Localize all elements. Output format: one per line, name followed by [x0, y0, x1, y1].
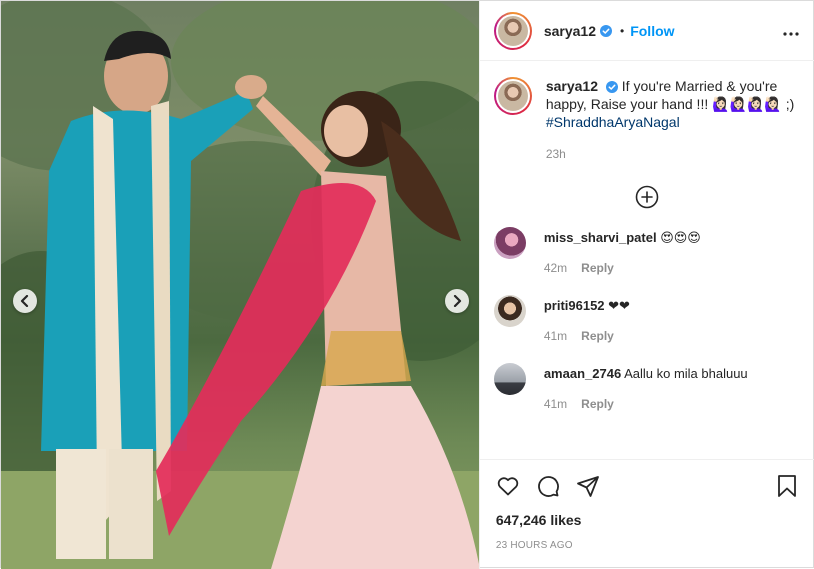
comment-text: Aallu ko mila bhaluuu: [624, 366, 748, 381]
comment-item: amaan_2746 Aallu ko mila bhaluuu 41m Repl…: [493, 363, 801, 411]
post-header: sarya12 • Follow: [479, 1, 814, 61]
bookmark-icon[interactable]: [775, 474, 799, 498]
comments-section[interactable]: sarya12 If you're Married & you're happy…: [480, 61, 814, 459]
comment-item: priti96152 ❤❤ 41m Reply: [493, 295, 801, 343]
comment-time[interactable]: 41m: [544, 329, 567, 343]
caption-username[interactable]: sarya12: [546, 78, 598, 94]
comment-username[interactable]: priti96152: [544, 298, 605, 313]
photo-artwork: [1, 1, 479, 569]
follow-button[interactable]: Follow: [630, 23, 674, 39]
comment-username[interactable]: amaan_2746: [544, 366, 621, 381]
reply-button[interactable]: Reply: [581, 261, 614, 275]
instagram-post: sarya12 • Follow sarya12 If you're Marri…: [0, 0, 814, 569]
comment-time[interactable]: 41m: [544, 397, 567, 411]
comment-icon[interactable]: [536, 474, 560, 498]
caption-hashtag[interactable]: #ShraddhaAryaNagal: [546, 114, 680, 130]
reply-button[interactable]: Reply: [581, 397, 614, 411]
comment-text: ❤❤: [608, 298, 630, 313]
commenter-avatar[interactable]: [493, 227, 526, 259]
previous-photo-button[interactable]: [13, 289, 37, 313]
comment-text: 😍😍😍: [660, 230, 701, 245]
likes-count[interactable]: 647,246 likes: [496, 512, 799, 528]
verified-badge-icon: [600, 24, 612, 37]
post-photo[interactable]: [1, 1, 479, 569]
chevron-left-icon: [20, 295, 29, 307]
caption: sarya12 If you're Married & you're happy…: [493, 77, 801, 163]
share-icon[interactable]: [576, 474, 600, 498]
comment-time[interactable]: 42m: [544, 261, 567, 275]
caption-time[interactable]: 23h: [546, 145, 796, 163]
load-more-comments-button[interactable]: [494, 185, 801, 209]
caption-body: sarya12 If you're Married & you're happy…: [546, 77, 796, 163]
verified-badge-icon: [605, 81, 618, 93]
plus-circle-icon: [636, 185, 659, 209]
next-photo-button[interactable]: [445, 289, 469, 313]
reply-button[interactable]: Reply: [581, 329, 614, 343]
comment-item: miss_sharvi_patel 😍😍😍 42m Reply: [493, 227, 801, 275]
post-details-panel: sarya12 • Follow sarya12 If you're Marri…: [478, 1, 814, 569]
author-avatar[interactable]: [493, 11, 532, 50]
comment-username[interactable]: miss_sharvi_patel: [544, 230, 657, 245]
commenter-avatar[interactable]: [493, 295, 526, 327]
author-username[interactable]: sarya12: [544, 23, 596, 39]
post-timestamp[interactable]: 23 HOURS AGO: [496, 540, 799, 551]
more-options-icon[interactable]: [783, 23, 799, 39]
caption-avatar[interactable]: [493, 77, 532, 115]
chevron-right-icon: [453, 295, 462, 307]
heart-icon[interactable]: [496, 474, 520, 498]
commenter-avatar[interactable]: [493, 363, 526, 395]
post-actions: 647,246 likes 23 HOURS AGO: [479, 459, 814, 551]
header-separator: •: [620, 23, 625, 38]
